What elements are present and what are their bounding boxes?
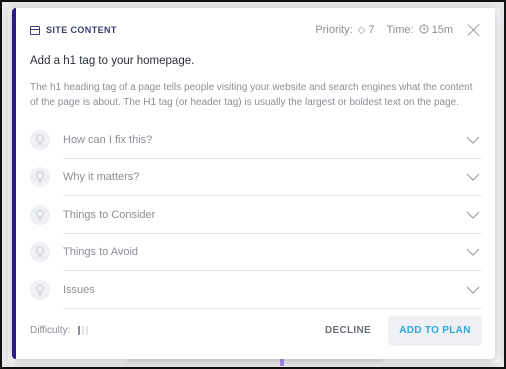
accordion-item-things-to-consider[interactable]: Things to Consider bbox=[30, 196, 482, 234]
card-footer: Difficulty: DECLINE ADD TO PLAN bbox=[30, 316, 481, 344]
chevron-down-icon bbox=[466, 173, 480, 182]
accordion-label: Things to Consider bbox=[63, 208, 156, 221]
lightbulb-icon bbox=[30, 167, 50, 188]
time-meta: Time: 15m bbox=[386, 24, 453, 37]
accordion-label: How can I fix this? bbox=[63, 133, 153, 146]
accordion-label: Why it matters? bbox=[63, 171, 140, 184]
accordion-item-how-to-fix[interactable]: How can I fix this? bbox=[30, 121, 482, 159]
difficulty-bar bbox=[78, 325, 81, 335]
difficulty-label: Difficulty: bbox=[30, 324, 71, 336]
chevron-down-icon bbox=[466, 211, 480, 219]
card-header: SITE CONTENT Priority: ◇ 7 Time: 15m bbox=[30, 22, 481, 38]
lightbulb-icon bbox=[30, 129, 50, 150]
diamond-icon: ◇ bbox=[357, 24, 366, 36]
accordion: How can I fix this? Why it matters? Thin… bbox=[30, 121, 482, 309]
accordion-item-why-it-matters[interactable]: Why it matters? bbox=[30, 159, 482, 196]
accordion-label: Issues bbox=[63, 283, 95, 296]
lightbulb-icon bbox=[30, 242, 50, 263]
accordion-item-issues[interactable]: Issues bbox=[30, 271, 482, 309]
category-label: SITE CONTENT bbox=[46, 25, 117, 35]
accordion-item-things-to-avoid[interactable]: Things to Avoid bbox=[30, 234, 482, 271]
task-title: Add a h1 tag to your homepage. bbox=[30, 55, 195, 67]
task-card: SITE CONTENT Priority: ◇ 7 Time: 15m Add… bbox=[12, 8, 495, 359]
calendar-icon bbox=[30, 25, 40, 35]
priority-meta: Priority: ◇ 7 bbox=[315, 24, 374, 36]
accordion-label: Things to Avoid bbox=[63, 246, 139, 259]
lightbulb-icon bbox=[30, 279, 50, 300]
chevron-down-icon bbox=[466, 286, 480, 294]
lightbulb-icon bbox=[30, 204, 50, 225]
time-value: 15m bbox=[431, 24, 453, 36]
priority-label: Priority: bbox=[315, 24, 353, 36]
clock-icon bbox=[419, 24, 429, 37]
difficulty-meter bbox=[78, 325, 89, 335]
decline-button[interactable]: DECLINE bbox=[319, 319, 377, 342]
time-label: Time: bbox=[386, 24, 414, 36]
priority-value: 7 bbox=[368, 24, 375, 36]
close-icon[interactable] bbox=[467, 23, 481, 37]
chevron-down-icon bbox=[466, 136, 480, 144]
chevron-down-icon bbox=[466, 248, 480, 257]
add-to-plan-button[interactable]: ADD TO PLAN bbox=[389, 316, 481, 344]
task-description: The h1 heading tag of a page tells peopl… bbox=[30, 82, 473, 108]
difficulty-bar bbox=[86, 325, 89, 335]
difficulty-bar bbox=[82, 325, 85, 335]
window-frame: AN ce SITE CONTENT Priority: ◇ 7 Time: 1… bbox=[0, 0, 506, 369]
